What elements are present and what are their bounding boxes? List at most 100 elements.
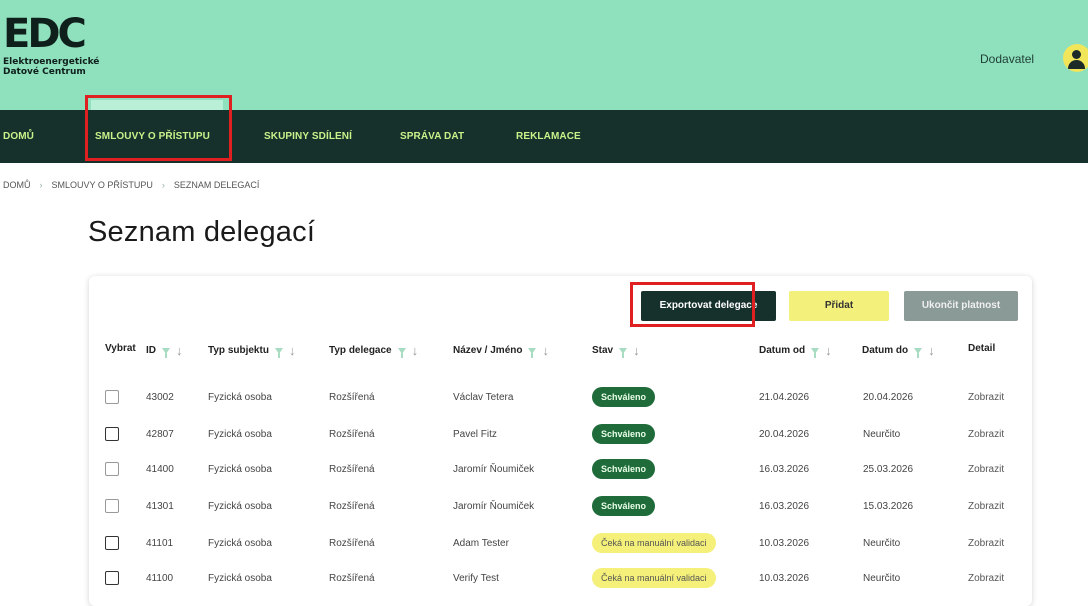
column-header-date-to[interactable]: Datum do ↓	[862, 343, 935, 358]
nav-item-complaints[interactable]: REKLAMACE	[516, 110, 581, 163]
cell-subject-type: Fyzická osoba	[208, 501, 272, 512]
sort-arrow-icon[interactable]: ↓	[176, 343, 183, 358]
nav-item-data-management[interactable]: SPRÁVA DAT	[400, 110, 464, 163]
cell-date-to: 15.03.2026	[863, 501, 914, 512]
status-badge: Schváleno	[592, 387, 656, 408]
breadcrumb-current: SEZNAM DELEGACÍ	[173, 180, 260, 190]
status-badge: Schváleno	[592, 496, 656, 517]
cell-id: 41301	[146, 501, 174, 512]
breadcrumb: DOMŮ › SMLOUVY O PŘÍSTUPU › SEZNAM DELEG…	[3, 180, 259, 190]
detail-link[interactable]: Zobrazit	[968, 418, 1004, 451]
sort-arrow-icon[interactable]: ↓	[412, 343, 419, 358]
nav-item-sharing-groups[interactable]: SKUPINY SDÍLENÍ	[264, 110, 352, 163]
logo-line-1: Elektroenergetické	[3, 57, 100, 67]
cell-date-to: 20.04.2026	[863, 392, 914, 403]
detail-link[interactable]: Zobrazit	[968, 490, 1004, 523]
cell-date-from: 10.03.2026	[759, 538, 810, 549]
detail-link[interactable]: Zobrazit	[968, 453, 1004, 486]
sort-arrow-icon[interactable]: ↓	[289, 343, 296, 358]
row-select-checkbox[interactable]	[105, 390, 119, 404]
filter-icon[interactable]	[914, 347, 923, 358]
filter-icon[interactable]	[274, 347, 283, 358]
detail-link[interactable]: Zobrazit	[968, 562, 1004, 595]
cell-delegation-type: Rozšířená	[329, 429, 375, 440]
filter-icon[interactable]	[619, 347, 628, 358]
status-badge: Schváleno	[592, 424, 656, 445]
row-select-checkbox[interactable]	[105, 427, 119, 441]
cell-date-from: 20.04.2026	[759, 429, 810, 440]
end-validity-button[interactable]: Ukončit platnost	[904, 291, 1018, 321]
table-row: 41400 Fyzická osoba Rozšířená Jaromír Ňo…	[89, 453, 1032, 486]
cell-id: 41100	[146, 573, 174, 584]
table-row: 41100 Fyzická osoba Rozšířená Verify Tes…	[89, 562, 1032, 595]
cell-date-from: 10.03.2026	[759, 573, 810, 584]
cell-name: Adam Tester	[453, 538, 509, 549]
filter-icon[interactable]	[397, 347, 406, 358]
detail-link[interactable]: Zobrazit	[968, 381, 1004, 414]
cell-date-from: 16.03.2026	[759, 501, 810, 512]
cell-id: 42807	[146, 429, 174, 440]
logo-mark: EDC	[3, 11, 87, 57]
column-header-name[interactable]: Název / Jméno ↓	[453, 343, 549, 358]
cell-name: Václav Tetera	[453, 392, 514, 403]
export-delegations-button[interactable]: Exportovat delegace	[641, 291, 776, 321]
column-header-detail: Detail	[968, 343, 996, 354]
row-select-checkbox[interactable]	[105, 536, 119, 550]
breadcrumb-access-contracts[interactable]: SMLOUVY O PŘÍSTUPU	[52, 180, 153, 190]
filter-icon[interactable]	[528, 347, 537, 358]
user-avatar-icon[interactable]	[1063, 44, 1088, 72]
cell-id: 41400	[146, 464, 174, 475]
sort-arrow-icon[interactable]: ↓	[825, 343, 832, 358]
column-header-subject-type[interactable]: Typ subjektu ↓	[208, 343, 295, 358]
cell-name: Verify Test	[453, 573, 499, 584]
sort-arrow-icon[interactable]: ↓	[633, 343, 640, 358]
cell-delegation-type: Rozšířená	[329, 501, 375, 512]
row-select-checkbox[interactable]	[105, 571, 119, 585]
cell-name: Jaromír Ňoumiček	[453, 464, 535, 475]
app-header: EDC Elektroenergetické Datové Centrum Do…	[0, 0, 1088, 110]
cell-subject-type: Fyzická osoba	[208, 538, 272, 549]
cell-date-from: 16.03.2026	[759, 464, 810, 475]
cell-delegation-type: Rozšířená	[329, 573, 375, 584]
table-row: 41101 Fyzická osoba Rozšířená Adam Teste…	[89, 527, 1032, 560]
main-nav: DOMŮ SMLOUVY O PŘÍSTUPU SKUPINY SDÍLENÍ …	[0, 110, 1088, 163]
nav-item-home[interactable]: DOMŮ	[3, 110, 34, 163]
row-select-checkbox[interactable]	[105, 499, 119, 513]
user-role-label[interactable]: Dodavatel	[980, 52, 1034, 66]
column-header-delegation-type[interactable]: Typ delegace ↓	[329, 343, 418, 358]
cell-subject-type: Fyzická osoba	[208, 464, 272, 475]
filter-icon[interactable]	[811, 347, 820, 358]
filter-icon[interactable]	[162, 347, 170, 358]
edc-logo[interactable]: EDC Elektroenergetické Datové Centrum	[3, 14, 99, 77]
table-row: 41301 Fyzická osoba Rozšířená Jaromír Ňo…	[89, 490, 1032, 523]
sort-arrow-icon[interactable]: ↓	[542, 343, 549, 358]
status-badge: Čeká na manuální validaci	[592, 568, 716, 589]
detail-link[interactable]: Zobrazit	[968, 527, 1004, 560]
page-title: Seznam delegací	[88, 216, 316, 248]
column-header-date-from[interactable]: Datum od ↓	[759, 343, 832, 358]
cell-date-from: 21.04.2026	[759, 392, 810, 403]
sort-arrow-icon[interactable]: ↓	[928, 343, 935, 358]
status-badge: Čeká na manuální validaci	[592, 533, 716, 554]
cell-date-to: Neurčito	[863, 573, 901, 584]
table-row: 42807 Fyzická osoba Rozšířená Pavel Fitz…	[89, 418, 1032, 451]
cell-subject-type: Fyzická osoba	[208, 573, 272, 584]
cell-date-to: 25.03.2026	[863, 464, 914, 475]
nav-item-access-contracts[interactable]: SMLOUVY O PŘÍSTUPU	[95, 110, 210, 163]
column-header-id[interactable]: ID ↓	[146, 343, 183, 358]
column-header-status[interactable]: Stav ↓	[592, 343, 640, 358]
row-select-checkbox[interactable]	[105, 462, 119, 476]
logo-line-2: Datové Centrum	[3, 67, 86, 77]
cell-date-to: Neurčito	[863, 429, 901, 440]
active-nav-indicator	[91, 100, 223, 110]
status-badge: Schváleno	[592, 459, 656, 480]
cell-subject-type: Fyzická osoba	[208, 429, 272, 440]
breadcrumb-separator-icon: ›	[39, 180, 43, 190]
cell-id: 41101	[146, 538, 174, 549]
add-button[interactable]: Přidat	[789, 291, 889, 321]
cell-id: 43002	[146, 392, 174, 403]
breadcrumb-home[interactable]: DOMŮ	[3, 180, 31, 190]
cell-delegation-type: Rozšířená	[329, 464, 375, 475]
cell-date-to: Neurčito	[863, 538, 901, 549]
column-header-select: Vybrat	[105, 343, 136, 354]
